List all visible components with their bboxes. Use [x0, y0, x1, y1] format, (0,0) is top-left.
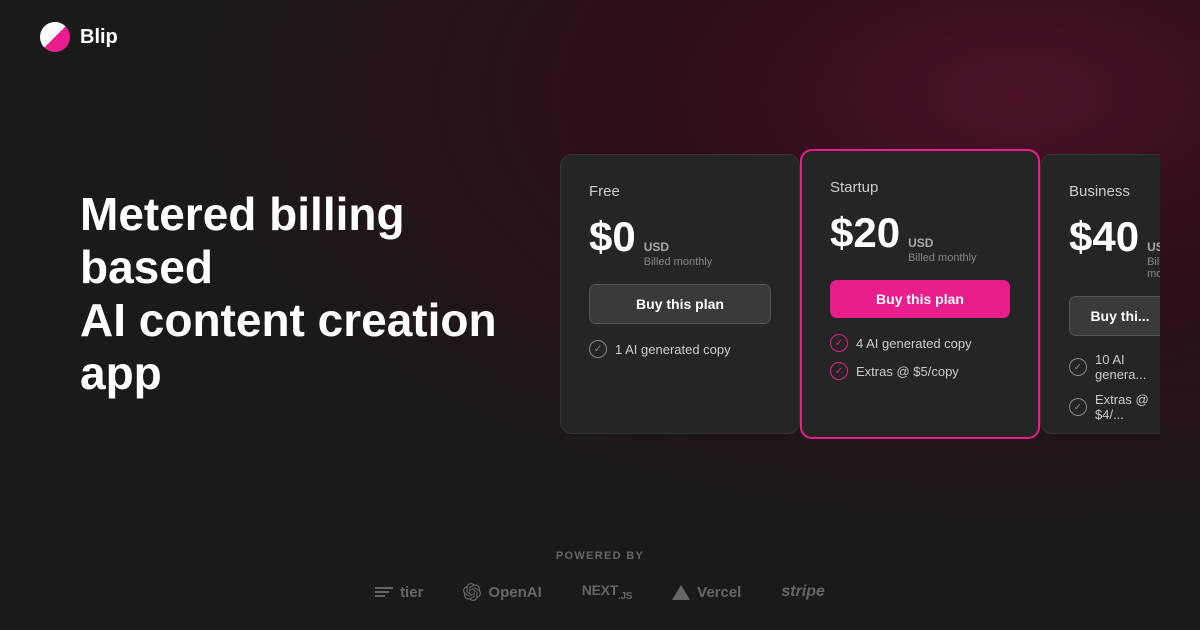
nextjs-label: NEXT.JS: [582, 582, 632, 602]
check-icon: ✓: [589, 340, 607, 358]
logo: Blip: [40, 22, 118, 52]
plan-price-business: $40 USD Billed mo...: [1069, 216, 1160, 280]
powered-by-label: POWERED BY: [556, 550, 644, 562]
hero-title: Metered billing based AI content creatio…: [80, 188, 500, 400]
price-currency-startup: USD: [908, 236, 976, 250]
app-name: Blip: [80, 26, 118, 49]
openai-logo: OpenAI: [463, 583, 541, 601]
price-amount-business: $40: [1069, 216, 1139, 258]
price-currency-free: USD: [644, 240, 712, 254]
feature-item: ✓ 1 AI generated copy: [589, 340, 771, 358]
header: Blip: [0, 0, 1200, 74]
stripe-logo: stripe: [781, 583, 825, 601]
stripe-label: stripe: [781, 583, 825, 601]
feature-text: Extras @ $4/...: [1095, 392, 1160, 422]
price-billing-business: Billed mo...: [1147, 256, 1160, 280]
vercel-label: Vercel: [697, 584, 741, 601]
check-icon: ✓: [830, 362, 848, 380]
feature-text: 4 AI generated copy: [856, 336, 972, 351]
logo-icon: [40, 22, 70, 52]
feature-item: ✓ 10 AI genera...: [1069, 352, 1160, 382]
feature-item: ✓ Extras @ $5/copy: [830, 362, 1010, 380]
pricing-area: Free $0 USD Billed monthly Buy this plan…: [560, 134, 1160, 454]
feature-text: 10 AI genera...: [1095, 352, 1160, 382]
price-billing-startup: Billed monthly: [908, 252, 976, 264]
check-icon: ✓: [830, 334, 848, 352]
plan-name-startup: Startup: [830, 179, 1010, 196]
feature-list-startup: ✓ 4 AI generated copy ✓ Extras @ $5/copy: [830, 334, 1010, 380]
vercel-logo: Vercel: [672, 584, 741, 601]
feature-item: ✓ 4 AI generated copy: [830, 334, 1010, 352]
feature-list-business: ✓ 10 AI genera... ✓ Extras @ $4/...: [1069, 352, 1160, 422]
buy-button-startup[interactable]: Buy this plan: [830, 280, 1010, 318]
check-icon: ✓: [1069, 358, 1087, 376]
pricing-card-free: Free $0 USD Billed monthly Buy this plan…: [560, 154, 800, 434]
footer: POWERED BY tier OpenAI NEXT.JS: [0, 534, 1200, 630]
tier-logo: tier: [375, 584, 423, 601]
hero-section: Metered billing based AI content creatio…: [80, 188, 500, 400]
tier-icon: [375, 587, 393, 597]
buy-button-free[interactable]: Buy this plan: [589, 284, 771, 324]
price-amount-startup: $20: [830, 212, 900, 254]
feature-list-free: ✓ 1 AI generated copy: [589, 340, 771, 358]
pricing-card-startup: Startup $20 USD Billed monthly Buy this …: [800, 149, 1040, 439]
plan-name-business: Business: [1069, 183, 1160, 200]
feature-item: ✓ Extras @ $4/...: [1069, 392, 1160, 422]
plan-name-free: Free: [589, 183, 771, 200]
buy-button-business[interactable]: Buy thi...: [1069, 296, 1160, 336]
feature-text: Extras @ $5/copy: [856, 364, 959, 379]
nextjs-logo: NEXT.JS: [582, 582, 632, 602]
openai-icon: [463, 583, 481, 601]
feature-text: 1 AI generated copy: [615, 342, 731, 357]
tier-label: tier: [400, 584, 423, 601]
price-amount-free: $0: [589, 216, 636, 258]
vercel-icon: [672, 585, 690, 600]
price-currency-business: USD: [1147, 240, 1160, 254]
price-billing-free: Billed monthly: [644, 256, 712, 268]
check-icon: ✓: [1069, 398, 1087, 416]
main-section: Metered billing based AI content creatio…: [0, 74, 1200, 534]
plan-price-free: $0 USD Billed monthly: [589, 216, 771, 268]
page-content: Blip Metered billing based AI content cr…: [0, 0, 1200, 630]
openai-label: OpenAI: [488, 584, 541, 601]
plan-price-startup: $20 USD Billed monthly: [830, 212, 1010, 264]
pricing-card-business: Business $40 USD Billed mo... Buy thi...…: [1040, 154, 1160, 434]
powered-by-logos: tier OpenAI NEXT.JS Vercel stripe: [375, 582, 825, 602]
